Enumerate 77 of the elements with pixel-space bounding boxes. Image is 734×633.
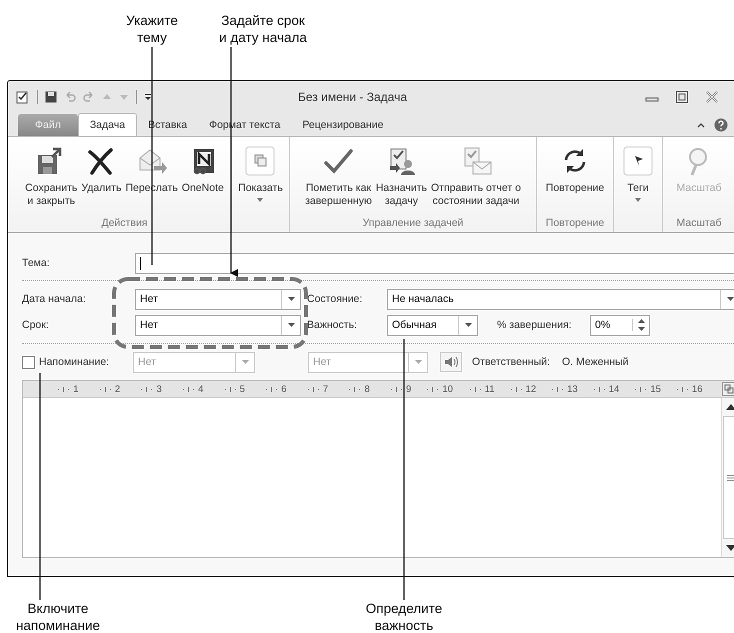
maximize-icon[interactable] [675,90,689,104]
ruler-number: 9 [406,384,412,394]
group-label: Действия [101,217,148,229]
ruler-number: 1 [73,384,79,394]
group-label: Масштаб [676,217,722,229]
priority-dropdown[interactable]: Обычная [387,314,478,336]
customize-menu-icon[interactable] [144,92,152,100]
ruler-number: 16 [692,384,702,394]
ruler-number: 11 [484,384,495,394]
percent-complete-field[interactable]: 0% [590,314,650,336]
subject-field[interactable] [135,252,734,274]
ribbon-button[interactable]: Повторение [544,142,606,217]
ribbon-button[interactable]: OneNote [180,142,225,217]
field-label: Дата начала: [22,293,87,305]
owner-name: О. Меженный [562,356,628,368]
close-icon[interactable] [705,90,719,104]
spin-down-icon[interactable] [638,327,644,331]
ribbon-button[interactable]: Показать [237,142,284,217]
field-label: Тема: [22,257,51,269]
spin-up-icon[interactable] [638,319,644,323]
ribbon-button[interactable]: Пометить как завершенную [304,142,373,217]
ruler-number: 10 [442,384,453,394]
field-label: Срок: [22,319,50,331]
field-label: Ответственный: [472,356,551,368]
caret-icon [242,360,248,364]
scroll-down-icon[interactable] [726,545,734,551]
ruler-number: 4 [198,384,204,394]
ruler-number: 8 [364,384,370,394]
flag-icon [623,146,653,176]
callout-text: Укажите тему [125,12,179,46]
caret-icon [726,297,734,301]
ruler-number: 5 [240,384,245,394]
status-dropdown[interactable]: Не началась [387,288,734,310]
speaker-icon [444,356,458,368]
due-date-dropdown[interactable]: Нет [135,314,301,336]
field-label: % завершения: [497,319,573,331]
ribbon-button[interactable]: Отправить отчет о состоянии задачи [430,142,522,217]
group-label: Управление задачей [362,217,464,229]
ribbon-tab[interactable]: Задача [78,113,138,136]
ruler-toggle-icon[interactable] [722,382,734,396]
group-label: Повторение [546,217,604,229]
field-label: Состояние: [306,293,364,305]
callout-text: Включите напоминание [14,600,102,633]
caret-icon [464,323,472,327]
ruler-number: 3 [156,384,162,394]
save-icon[interactable] [45,90,57,102]
scrollbar[interactable] [721,398,734,557]
ruler-number: 6 [281,384,287,394]
ribbon-button[interactable]: Удалить [80,142,122,217]
caret-icon [288,297,294,301]
sound-button[interactable] [440,352,462,372]
ruler-number: 12 [526,384,536,394]
scroll-up-icon[interactable] [726,404,734,410]
ribbon-tab[interactable]: Рецензирование [291,114,394,136]
caret-icon [257,198,264,202]
help-icon[interactable] [714,118,728,132]
start-date-dropdown[interactable]: Нет [135,288,301,310]
window-title: Без имени - Задача [298,90,408,104]
ruler-number: 15 [650,384,661,394]
ruler-number: 7 [322,384,328,394]
caret-icon [288,323,294,327]
ribbon-button[interactable]: Теги [622,142,654,217]
pages-icon [245,146,276,176]
grip-icon [726,474,734,480]
ruler-number: 2 [114,384,120,394]
task-icon[interactable] [16,90,30,104]
ribbon-button[interactable]: Назначить задачу [374,142,428,217]
notes-editor[interactable]: 1 2 3 4 5 6 7 8 9 10 11 12 13 14 15 16 [22,380,734,558]
ruler-number: 13 [567,384,578,394]
caret-icon [635,198,641,202]
check-mark-icon [322,146,354,176]
callout-text: Задайте срок и дату начала [218,12,308,46]
caret-icon [414,360,422,364]
callout-text: Определите важность [364,600,444,633]
field-label: Напоминание: [39,356,110,368]
ruler-number: 14 [608,384,620,394]
ribbon-button[interactable]: Сохранить и закрыть [24,142,78,217]
